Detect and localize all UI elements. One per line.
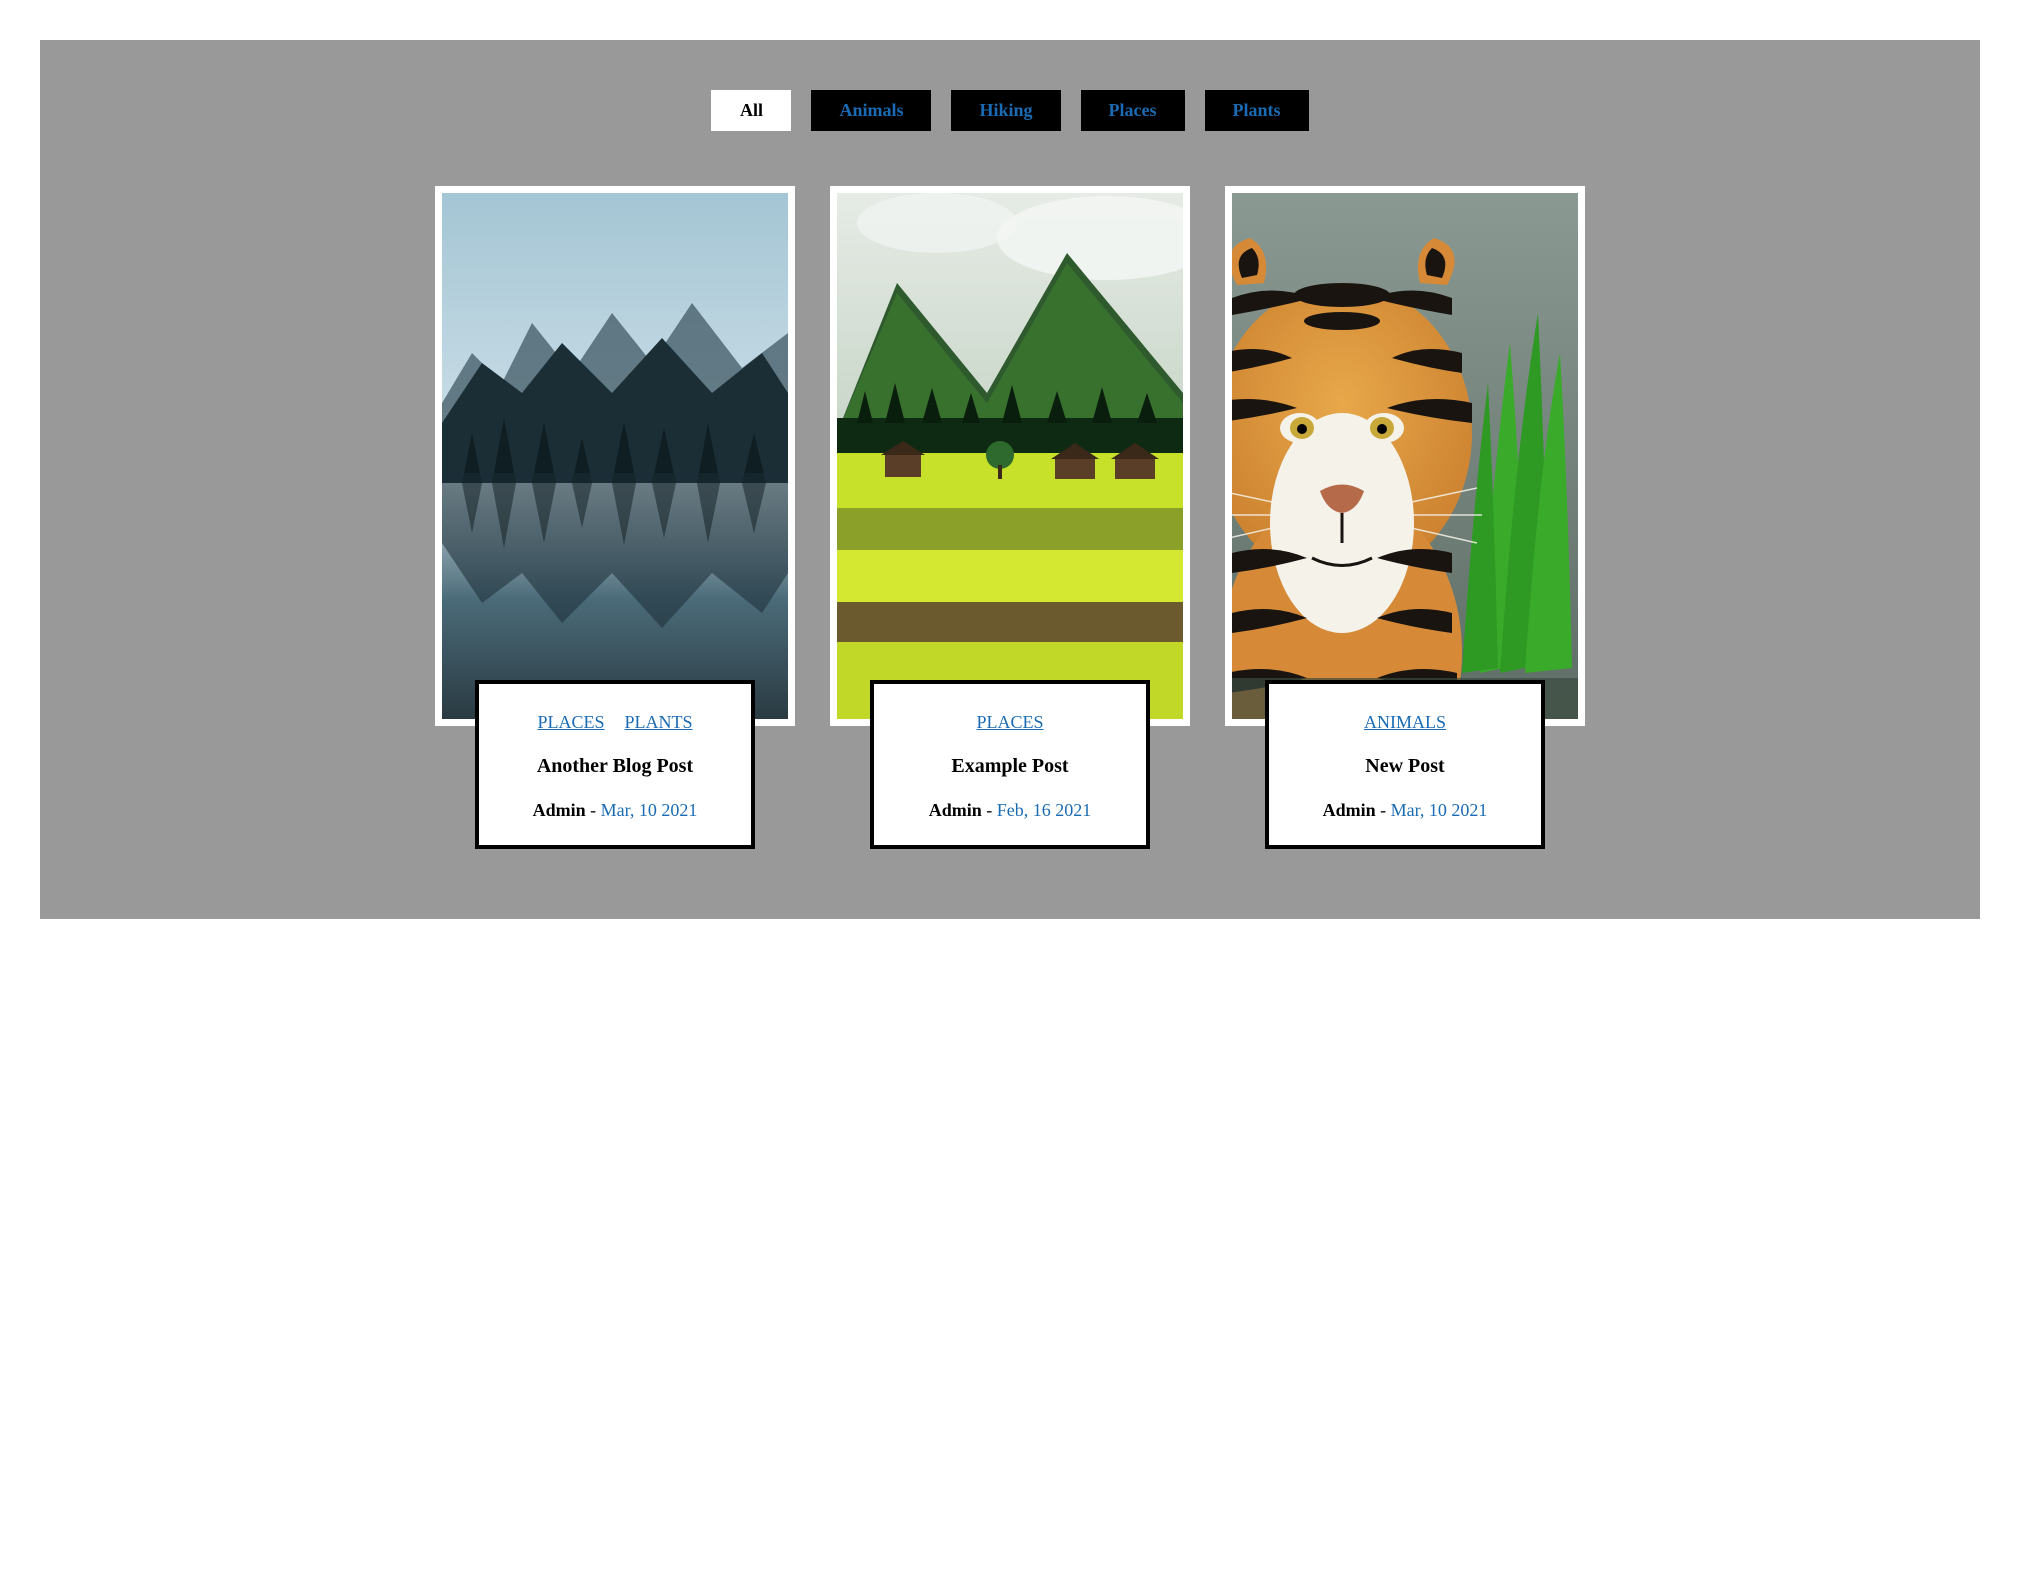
meta-separator: - (590, 800, 601, 820)
post-title[interactable]: Another Blog Post (495, 755, 736, 778)
category-link[interactable]: PLACES (976, 712, 1043, 732)
post-title[interactable]: New Post (1285, 755, 1526, 778)
post-image[interactable] (830, 186, 1190, 726)
post-card: PLACES Example Post Admin - Feb, 16 2021 (830, 186, 1190, 849)
category-link[interactable]: PLACES (537, 712, 604, 732)
filter-animals[interactable]: Animals (811, 90, 931, 131)
category-link[interactable]: PLANTS (625, 712, 693, 732)
post-categories: PLACES PLANTS (495, 712, 736, 733)
post-info: PLACES Example Post Admin - Feb, 16 2021 (870, 680, 1151, 849)
post-date: Mar, 10 2021 (1391, 800, 1488, 820)
post-info: ANIMALS New Post Admin - Mar, 10 2021 (1265, 680, 1546, 849)
post-author: Admin (1323, 800, 1376, 820)
filter-hiking[interactable]: Hiking (951, 90, 1060, 131)
post-author: Admin (929, 800, 982, 820)
post-categories: PLACES (890, 712, 1131, 733)
filter-places[interactable]: Places (1081, 90, 1185, 131)
post-date: Mar, 10 2021 (601, 800, 698, 820)
post-card: ANIMALS New Post Admin - Mar, 10 2021 (1225, 186, 1585, 849)
filter-plants[interactable]: Plants (1205, 90, 1309, 131)
filter-all[interactable]: All (711, 90, 791, 131)
post-author: Admin (533, 800, 586, 820)
filter-bar: All Animals Hiking Places Plants (70, 90, 1950, 131)
post-meta: Admin - Mar, 10 2021 (1285, 800, 1526, 821)
meta-separator: - (1380, 800, 1391, 820)
post-info: PLACES PLANTS Another Blog Post Admin - … (475, 680, 756, 849)
post-title[interactable]: Example Post (890, 755, 1131, 778)
post-image[interactable] (1225, 186, 1585, 726)
post-meta: Admin - Mar, 10 2021 (495, 800, 736, 821)
main-container: All Animals Hiking Places Plants (40, 40, 1980, 919)
meta-separator: - (986, 800, 997, 820)
posts-grid: PLACES PLANTS Another Blog Post Admin - … (70, 186, 1950, 849)
post-meta: Admin - Feb, 16 2021 (890, 800, 1131, 821)
category-link[interactable]: ANIMALS (1364, 712, 1446, 732)
post-date: Feb, 16 2021 (997, 800, 1092, 820)
post-card: PLACES PLANTS Another Blog Post Admin - … (435, 186, 795, 849)
post-image[interactable] (435, 186, 795, 726)
post-categories: ANIMALS (1285, 712, 1526, 733)
